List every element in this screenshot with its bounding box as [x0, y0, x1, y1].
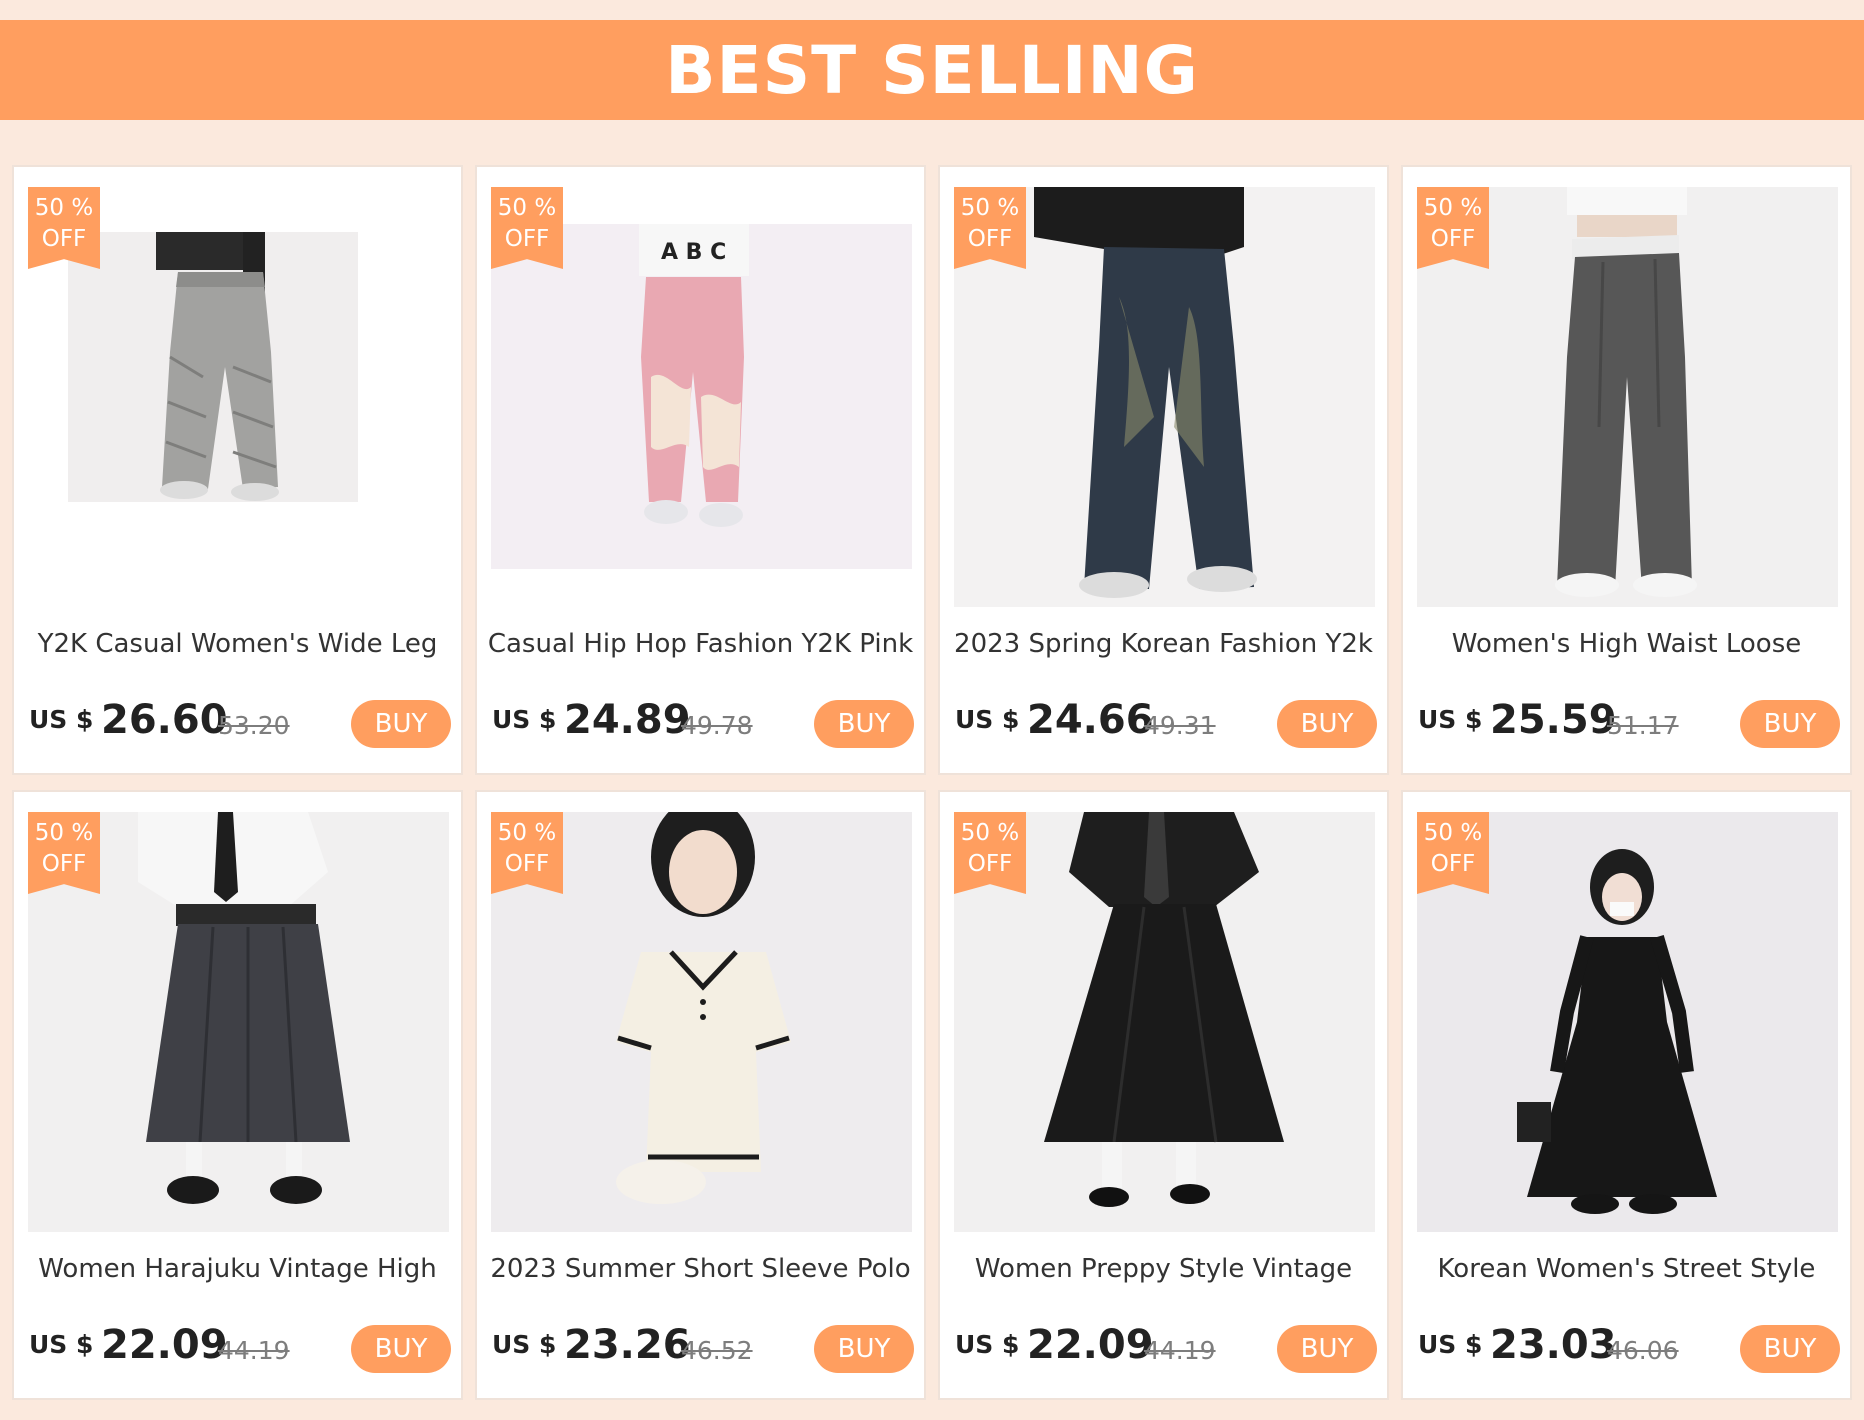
- original-price: 44.19: [218, 1336, 290, 1365]
- discount-badge: 50 % OFF: [491, 187, 563, 269]
- product-card[interactable]: 50 % OFF 2023 Summer Short Sleeve Polo U…: [475, 790, 926, 1400]
- svg-text:A B C: A B C: [661, 240, 726, 265]
- currency-label: US $: [492, 705, 557, 734]
- sale-price: 24.66: [1027, 697, 1154, 743]
- discount-off-label: OFF: [41, 226, 87, 252]
- product-name[interactable]: Y2K Casual Women's Wide Leg: [22, 629, 453, 659]
- discount-percent: 50 %: [34, 195, 94, 221]
- currency-label: US $: [955, 705, 1020, 734]
- original-price: 49.78: [681, 711, 753, 740]
- buy-button[interactable]: BUY: [1277, 700, 1377, 748]
- discount-badge: 50 % OFF: [954, 187, 1026, 269]
- product-name[interactable]: Women Preppy Style Vintage: [948, 1254, 1379, 1284]
- discount-percent: 50 %: [1423, 195, 1483, 221]
- discount-off-label: OFF: [41, 851, 87, 877]
- currency-label: US $: [29, 705, 94, 734]
- product-card[interactable]: A B C 50 % OFF Casual Hip Hop Fashion Y2…: [475, 165, 926, 775]
- product-card[interactable]: 50 % OFF Women's High Waist Loose US $ 2…: [1401, 165, 1852, 775]
- buy-button[interactable]: BUY: [1740, 700, 1840, 748]
- product-name[interactable]: Women's High Waist Loose: [1411, 629, 1842, 659]
- discount-badge: 50 % OFF: [28, 187, 100, 269]
- buy-button[interactable]: BUY: [814, 1325, 914, 1373]
- currency-label: US $: [955, 1330, 1020, 1359]
- original-price: 49.31: [1144, 711, 1216, 740]
- product-card[interactable]: 50 % OFF 2023 Spring Korean Fashion Y2k …: [938, 165, 1389, 775]
- best-selling-banner: BEST SELLING: [0, 20, 1864, 120]
- discount-percent: 50 %: [960, 820, 1020, 846]
- discount-badge: 50 % OFF: [1417, 812, 1489, 894]
- discount-percent: 50 %: [1423, 820, 1483, 846]
- currency-label: US $: [492, 1330, 557, 1359]
- buy-button[interactable]: BUY: [1740, 1325, 1840, 1373]
- original-price: 44.19: [1144, 1336, 1216, 1365]
- discount-percent: 50 %: [497, 195, 557, 221]
- discount-off-label: OFF: [1430, 851, 1476, 877]
- discount-badge: 50 % OFF: [28, 812, 100, 894]
- sale-price: 23.03: [1490, 1322, 1617, 1368]
- currency-label: US $: [1418, 705, 1483, 734]
- discount-off-label: OFF: [967, 226, 1013, 252]
- currency-label: US $: [29, 1330, 94, 1359]
- discount-off-label: OFF: [1430, 226, 1476, 252]
- sale-price: 26.60: [101, 697, 228, 743]
- sale-price: 23.26: [564, 1322, 691, 1368]
- discount-percent: 50 %: [497, 820, 557, 846]
- sale-price: 24.89: [564, 697, 691, 743]
- discount-badge: 50 % OFF: [954, 812, 1026, 894]
- buy-button[interactable]: BUY: [351, 1325, 451, 1373]
- sale-price: 25.59: [1490, 697, 1617, 743]
- original-price: 46.06: [1607, 1336, 1679, 1365]
- discount-off-label: OFF: [504, 226, 550, 252]
- product-name[interactable]: Women Harajuku Vintage High: [22, 1254, 453, 1284]
- discount-percent: 50 %: [960, 195, 1020, 221]
- product-card[interactable]: 50 % OFF Women Preppy Style Vintage US $…: [938, 790, 1389, 1400]
- product-name[interactable]: Korean Women's Street Style: [1411, 1254, 1842, 1284]
- buy-button[interactable]: BUY: [1277, 1325, 1377, 1373]
- discount-percent: 50 %: [34, 820, 94, 846]
- currency-label: US $: [1418, 1330, 1483, 1359]
- buy-button[interactable]: BUY: [351, 700, 451, 748]
- sale-price: 22.09: [101, 1322, 228, 1368]
- original-price: 46.52: [681, 1336, 753, 1365]
- discount-badge: 50 % OFF: [1417, 187, 1489, 269]
- product-name[interactable]: 2023 Spring Korean Fashion Y2k: [948, 629, 1379, 659]
- discount-off-label: OFF: [967, 851, 1013, 877]
- product-card[interactable]: 50 % OFF Y2K Casual Women's Wide Leg US …: [12, 165, 463, 775]
- buy-button[interactable]: BUY: [814, 700, 914, 748]
- discount-off-label: OFF: [504, 851, 550, 877]
- discount-badge: 50 % OFF: [491, 812, 563, 894]
- banner-title: BEST SELLING: [665, 31, 1199, 109]
- sale-price: 22.09: [1027, 1322, 1154, 1368]
- product-grid: 50 % OFF Y2K Casual Women's Wide Leg US …: [12, 165, 1852, 1400]
- product-name[interactable]: Casual Hip Hop Fashion Y2K Pink: [485, 629, 916, 659]
- product-card[interactable]: 50 % OFF Women Harajuku Vintage High US …: [12, 790, 463, 1400]
- product-card[interactable]: 50 % OFF Korean Women's Street Style US …: [1401, 790, 1852, 1400]
- original-price: 53.20: [218, 711, 290, 740]
- product-name[interactable]: 2023 Summer Short Sleeve Polo: [485, 1254, 916, 1284]
- original-price: 51.17: [1607, 711, 1679, 740]
